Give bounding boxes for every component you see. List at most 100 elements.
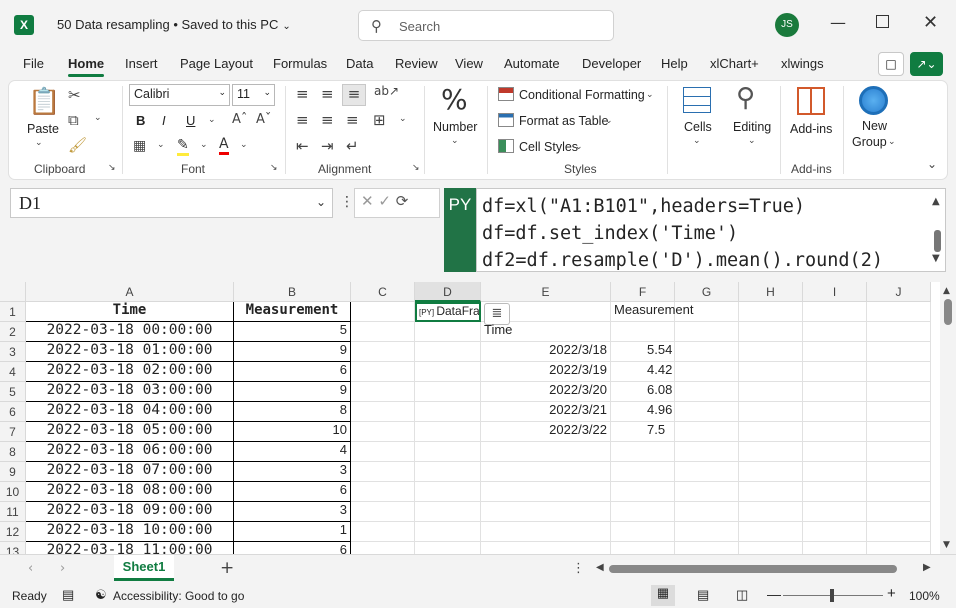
more-options-icon[interactable]: ⋮	[572, 561, 585, 576]
editing-button[interactable]: Editing	[733, 120, 771, 134]
cell[interactable]	[867, 522, 931, 542]
cell-b4[interactable]: 6	[234, 362, 351, 382]
zoom-slider-thumb[interactable]	[830, 589, 834, 602]
wrap-text-icon[interactable]: ↵	[346, 137, 359, 155]
row-header-8[interactable]: 8	[0, 442, 26, 462]
cell-a6[interactable]: 2022-03-18 04:00:00	[26, 402, 234, 422]
cell[interactable]	[867, 302, 931, 322]
cell[interactable]	[611, 502, 675, 522]
chevron-down-icon[interactable]: ⌄	[451, 136, 459, 146]
cell[interactable]	[803, 522, 867, 542]
chevron-down-icon[interactable]: ⌄	[240, 140, 248, 150]
cell[interactable]	[675, 522, 739, 542]
cell-a10[interactable]: 2022-03-18 08:00:00	[26, 482, 234, 502]
tab-home[interactable]: Home	[68, 56, 104, 71]
percent-icon[interactable]: %	[441, 83, 468, 116]
cell-e7[interactable]: 2022/3/22	[481, 422, 611, 442]
cell[interactable]	[611, 482, 675, 502]
cell-a13[interactable]: 2022-03-18 11:00:00	[26, 542, 234, 554]
cell[interactable]	[481, 522, 611, 542]
chevron-down-icon[interactable]: ⌄	[200, 140, 208, 150]
cell-f1[interactable]: Measurement	[611, 302, 693, 322]
cell[interactable]	[415, 502, 481, 522]
cell-e2[interactable]: Time	[481, 322, 611, 342]
cut-icon[interactable]: ✂	[68, 86, 81, 104]
cell[interactable]	[611, 322, 675, 342]
cell[interactable]	[611, 522, 675, 542]
column-header-i[interactable]: I	[803, 282, 867, 302]
cell[interactable]	[803, 322, 867, 342]
chevron-down-icon[interactable]: ⌄	[399, 114, 407, 124]
search-box[interactable]: ⚲ Search	[358, 10, 614, 41]
row-header-2[interactable]: 2	[0, 322, 26, 342]
add-ins-button[interactable]: Add-ins	[790, 122, 832, 136]
cell-f6[interactable]: 4.96	[611, 402, 675, 422]
scroll-down-icon[interactable]: ▼	[932, 253, 940, 264]
cell[interactable]	[675, 422, 739, 442]
row-header-9[interactable]: 9	[0, 462, 26, 482]
python-editor-icon[interactable]: ⟳	[396, 192, 409, 210]
column-header-a[interactable]: A	[26, 282, 234, 302]
cell[interactable]	[675, 322, 739, 342]
sheet-tab-sheet1[interactable]: Sheet1	[114, 555, 174, 581]
cell[interactable]	[803, 302, 867, 322]
cell[interactable]	[415, 382, 481, 402]
cell[interactable]	[351, 382, 415, 402]
cell[interactable]	[351, 362, 415, 382]
next-sheet-icon[interactable]: ›	[60, 561, 65, 576]
zoom-level[interactable]: 100%	[909, 589, 940, 603]
zoom-in-button[interactable]: +	[887, 585, 896, 602]
formula-scrollbar[interactable]	[934, 230, 941, 252]
cell[interactable]	[803, 502, 867, 522]
cell-f5[interactable]: 6.08	[611, 382, 675, 402]
cell[interactable]	[611, 462, 675, 482]
orientation-icon[interactable]: ab↗	[374, 84, 399, 98]
tab-xlwings[interactable]: xlwings	[781, 56, 824, 71]
format-as-table-button[interactable]: Format as Table	[519, 114, 608, 128]
macro-record-icon[interactable]: ▤	[62, 587, 74, 603]
paste-icon[interactable]: 📋	[28, 87, 60, 119]
cell[interactable]	[675, 502, 739, 522]
cell[interactable]	[351, 342, 415, 362]
cancel-icon[interactable]: ✕	[361, 192, 374, 210]
number-label[interactable]: Number	[433, 120, 477, 134]
column-header-g[interactable]: G	[675, 282, 739, 302]
column-header-j[interactable]: J	[867, 282, 931, 302]
paste-label[interactable]: Paste	[27, 122, 59, 136]
cell[interactable]	[415, 522, 481, 542]
row-header-11[interactable]: 11	[0, 502, 26, 522]
scroll-thumb[interactable]	[944, 299, 952, 325]
column-header-b[interactable]: B	[234, 282, 351, 302]
cell-b5[interactable]: 9	[234, 382, 351, 402]
column-header-h[interactable]: H	[739, 282, 803, 302]
vertical-scrollbar[interactable]: ▲ ▼	[940, 282, 956, 554]
cell[interactable]	[481, 542, 611, 554]
cell[interactable]	[415, 322, 481, 342]
maximize-icon[interactable]	[876, 15, 889, 28]
merge-center-icon[interactable]: ⊞	[373, 111, 386, 129]
cell[interactable]	[415, 462, 481, 482]
cell[interactable]	[803, 482, 867, 502]
cell-e5[interactable]: 2022/3/20	[481, 382, 611, 402]
cell-f3[interactable]: 5.54	[611, 342, 675, 362]
select-all-corner[interactable]	[0, 282, 26, 302]
chevron-down-icon[interactable]: ⌄	[94, 113, 102, 123]
cell[interactable]	[867, 482, 931, 502]
cell[interactable]	[675, 542, 739, 554]
cell[interactable]	[739, 382, 803, 402]
row-header-5[interactable]: 5	[0, 382, 26, 402]
align-bottom-icon[interactable]: ≡	[342, 84, 366, 106]
cell-a5[interactable]: 2022-03-18 03:00:00	[26, 382, 234, 402]
increase-font-icon[interactable]: Aˆ	[232, 112, 247, 127]
tab-developer[interactable]: Developer	[582, 56, 641, 71]
name-box[interactable]: D1 ⌄	[10, 188, 333, 218]
align-left-icon[interactable]: ≡	[296, 111, 309, 129]
cell[interactable]	[739, 342, 803, 362]
enter-icon[interactable]: ✓	[378, 192, 391, 210]
chevron-down-icon[interactable]: ⌄	[208, 115, 216, 125]
cell[interactable]	[739, 402, 803, 422]
cell-b11[interactable]: 3	[234, 502, 351, 522]
cell-a11[interactable]: 2022-03-18 09:00:00	[26, 502, 234, 522]
chevron-down-icon[interactable]: ⌄	[157, 140, 165, 150]
cell-a2[interactable]: 2022-03-18 00:00:00	[26, 322, 234, 342]
